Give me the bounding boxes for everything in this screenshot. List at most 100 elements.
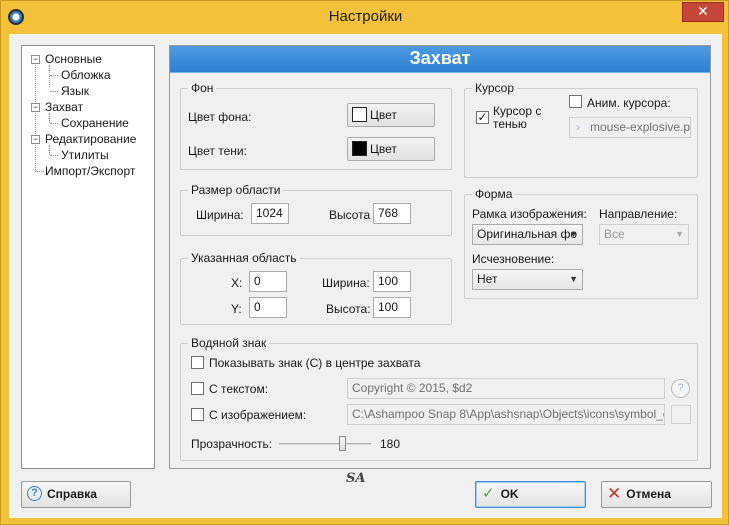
- watermark-legend: Водяной знак: [188, 336, 270, 350]
- signature-mark: SA: [346, 471, 366, 486]
- close-icon: ✕: [697, 3, 709, 19]
- tree-item-capture[interactable]: Захват: [45, 100, 83, 115]
- opacity-value: 180: [380, 437, 401, 451]
- ok-button-label: OK: [500, 487, 519, 501]
- with-text-label: С текстом:: [209, 382, 269, 396]
- tree-item-editing[interactable]: Редактирование: [45, 132, 136, 147]
- area-height-input[interactable]: 768: [373, 203, 411, 224]
- anim-cursor-file[interactable]: › mouse-explosive.png: [569, 117, 691, 138]
- frame-select[interactable]: Оригинальная фо ▼: [472, 224, 583, 245]
- background-group: Фон Цвет фона: Цвет Цвет тени: Цвет: [180, 81, 452, 170]
- chevron-down-icon: ▼: [569, 274, 578, 284]
- tree-item-import-export[interactable]: Импорт/Экспорт: [45, 164, 135, 179]
- frame-label: Рамка изображения:: [472, 207, 587, 221]
- tree-connector: [35, 60, 36, 172]
- area-height-label: Высота: [329, 208, 371, 222]
- cancel-button[interactable]: ✕ Отмена: [601, 481, 712, 508]
- check-icon: ✓: [477, 110, 488, 124]
- tree-item-general[interactable]: Основные: [45, 52, 102, 67]
- chevron-down-icon: ▼: [675, 229, 684, 239]
- shadow-color-button[interactable]: Цвет: [347, 137, 435, 161]
- direction-select[interactable]: Все ▼: [599, 224, 689, 245]
- close-window-button[interactable]: ✕: [682, 2, 724, 22]
- settings-window: Настройки ✕ − Основные Обложка Язык − За…: [0, 0, 729, 525]
- collapse-icon[interactable]: −: [31, 55, 40, 64]
- cursor-shadow-checkbox[interactable]: ✓: [476, 111, 489, 124]
- shadow-color-swatch: [352, 141, 367, 157]
- show-center-label: Показывать знак (C) в центре захвата: [209, 356, 421, 370]
- tree-connector: [50, 155, 58, 156]
- with-text-checkbox[interactable]: [191, 382, 204, 395]
- collapse-icon[interactable]: −: [31, 135, 40, 144]
- help-button[interactable]: ? Справка: [21, 481, 131, 508]
- client-area: − Основные Обложка Язык − Захват Сохране…: [9, 34, 722, 518]
- specified-area-legend: Указанная область: [188, 251, 300, 265]
- area-x-label: X:: [231, 276, 243, 290]
- fade-select-value: Нет: [477, 272, 498, 286]
- close-icon: ✕: [607, 484, 622, 504]
- window-title: Настройки: [328, 8, 403, 25]
- opacity-slider-thumb[interactable]: [339, 436, 346, 451]
- frame-select-value: Оригинальная фо: [477, 227, 578, 241]
- cancel-button-label: Отмена: [626, 487, 671, 501]
- area-h-input[interactable]: 100: [373, 297, 411, 318]
- cursor-group: Курсор ✓ Курсор с тенью Аним. курсора: ›…: [464, 81, 698, 178]
- help-button-label: Справка: [47, 487, 97, 501]
- direction-label: Направление:: [599, 207, 678, 221]
- bg-color-button[interactable]: Цвет: [347, 103, 435, 127]
- capture-settings-panel: Захват Фон Цвет фона: Цвет Цвет тени: Цв…: [169, 45, 711, 469]
- watermark-text-input[interactable]: Copyright © 2015, $d2: [347, 378, 665, 399]
- area-size-legend: Размер области: [188, 183, 284, 197]
- anim-cursor-label: Аним. курсора:: [587, 96, 671, 110]
- chevron-down-icon: ▼: [569, 229, 578, 239]
- area-y-label: Y:: [231, 302, 242, 316]
- shape-group: Форма Рамка изображения: Оригинальная фо…: [464, 187, 698, 299]
- cursor-shadow-label: Курсор с тенью: [493, 104, 542, 131]
- show-center-checkbox[interactable]: [191, 356, 204, 369]
- with-image-checkbox[interactable]: [191, 408, 204, 421]
- tree-connector: [36, 171, 44, 172]
- title-bar[interactable]: Настройки ✕: [1, 1, 729, 34]
- area-h-label: Высота:: [326, 302, 371, 316]
- shape-legend: Форма: [472, 187, 516, 201]
- tree-connector: [50, 75, 58, 76]
- tree-item-utilities[interactable]: Утилиты: [61, 148, 109, 163]
- shadow-color-label: Цвет тени:: [188, 144, 247, 158]
- opacity-label: Прозрачность:: [191, 437, 273, 451]
- tree-item-skin[interactable]: Обложка: [61, 68, 111, 83]
- watermark-group: Водяной знак Показывать знак (C) в центр…: [180, 336, 698, 461]
- opacity-slider-track[interactable]: [279, 443, 371, 445]
- area-w-input[interactable]: 100: [373, 271, 411, 292]
- cursor-legend: Курсор: [472, 81, 518, 95]
- area-size-group: Размер области Ширина: 1024 Высота 768: [180, 183, 452, 236]
- area-width-label: Ширина:: [196, 208, 244, 222]
- with-image-label: С изображением:: [209, 408, 307, 422]
- area-y-input[interactable]: 0: [249, 297, 287, 318]
- tree-connector: [50, 91, 58, 92]
- shadow-color-button-label: Цвет: [370, 142, 397, 156]
- fade-select[interactable]: Нет ▼: [472, 269, 583, 290]
- panel-header: Захват: [170, 46, 710, 72]
- tree-connector: [50, 123, 58, 124]
- checkmark-icon: ✓: [482, 485, 495, 503]
- area-x-input[interactable]: 0: [249, 271, 287, 292]
- anim-cursor-checkbox[interactable]: [569, 95, 582, 108]
- collapse-icon[interactable]: −: [31, 103, 40, 112]
- help-icon[interactable]: ?: [671, 379, 690, 398]
- tree-connector: [49, 65, 50, 87]
- browse-folder-icon[interactable]: [671, 405, 691, 424]
- ok-button[interactable]: ✓ OK: [475, 481, 586, 508]
- watermark-image-input[interactable]: C:\Ashampoo Snap 8\App\ashsnap\Objects\i…: [347, 404, 665, 425]
- chevron-right-icon: ›: [576, 120, 580, 134]
- direction-select-value: Все: [604, 227, 625, 241]
- fade-label: Исчезновение:: [472, 252, 555, 266]
- area-w-label: Ширина:: [322, 276, 370, 290]
- tree-item-language[interactable]: Язык: [61, 84, 89, 99]
- anim-cursor-file-name: mouse-explosive.png: [590, 120, 691, 134]
- tree-item-saving[interactable]: Сохранение: [61, 116, 129, 131]
- settings-tree[interactable]: − Основные Обложка Язык − Захват Сохране…: [21, 45, 155, 469]
- specified-area-group: Указанная область X: 0 Ширина: 100 Y: 0 …: [180, 251, 452, 325]
- area-width-input[interactable]: 1024: [251, 203, 289, 224]
- bg-color-button-label: Цвет: [370, 108, 397, 122]
- background-legend: Фон: [188, 81, 217, 95]
